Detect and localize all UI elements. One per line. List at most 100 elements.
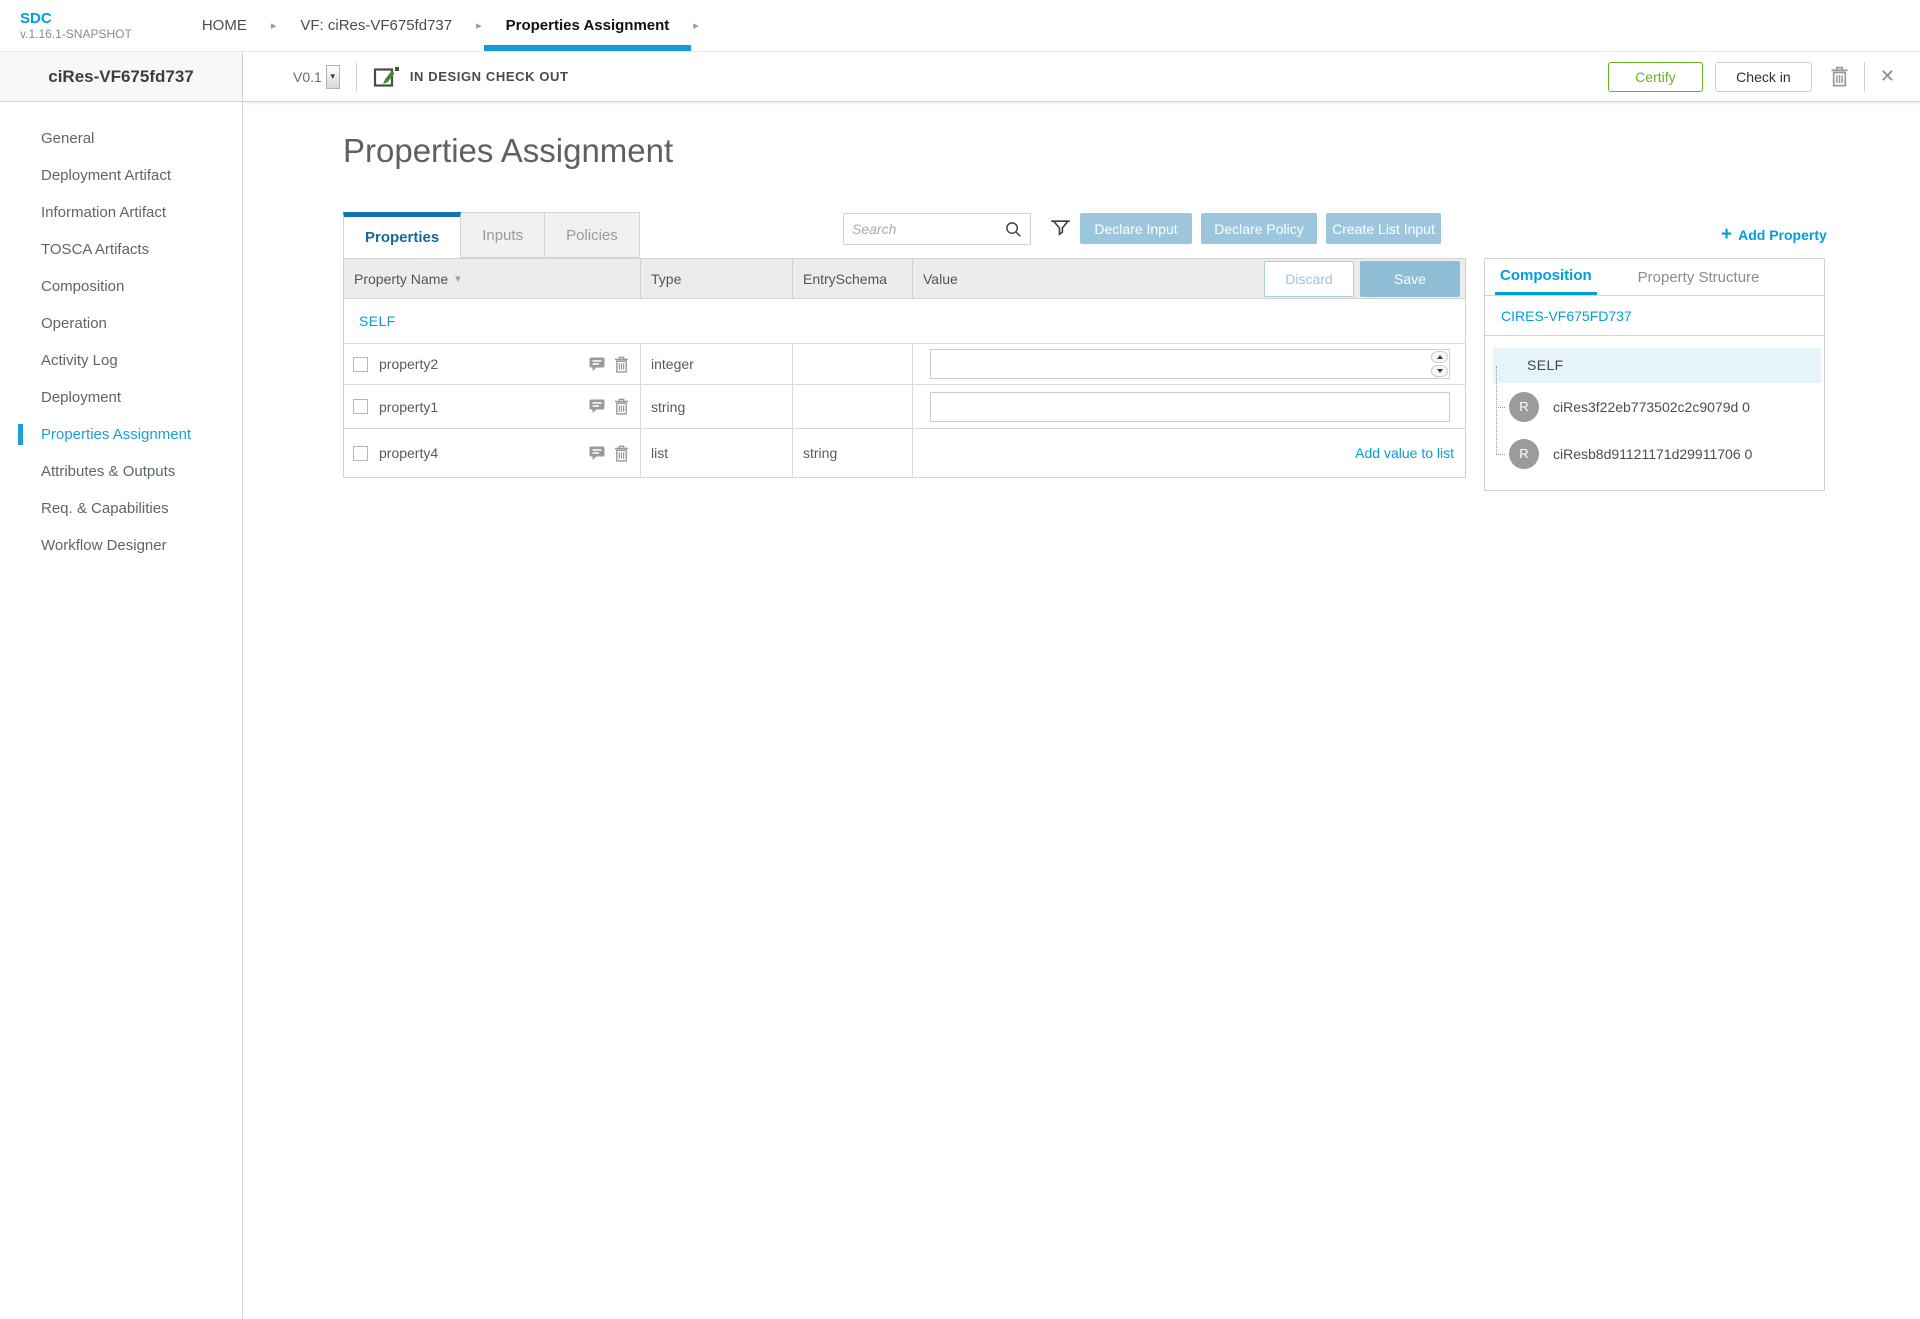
column-value-label: Value — [923, 270, 958, 287]
sidebar-item-activity-log[interactable]: Activity Log — [0, 342, 242, 379]
version-label: V0.1 — [293, 68, 322, 85]
text-input-wrap — [930, 391, 1450, 422]
filter-icon[interactable] — [1048, 216, 1073, 246]
row-checkbox[interactable] — [353, 445, 368, 461]
discard-button[interactable]: Discard — [1264, 261, 1354, 297]
delete-row-icon[interactable] — [614, 398, 629, 415]
checkin-button[interactable]: Check in — [1714, 61, 1812, 92]
spinner-down-icon[interactable] — [1431, 365, 1448, 377]
version-dropdown[interactable]: ▾ — [325, 64, 340, 89]
property-name-cell: property4 — [344, 429, 641, 477]
tab-properties[interactable]: Properties — [343, 212, 462, 258]
workspace-header: V0.1 ▾ IN DESIGN CHECK OUT Certify Check… — [243, 52, 1920, 102]
sidebar-item-attributes-outputs[interactable]: Attributes & Outputs — [0, 453, 242, 490]
row-checkbox[interactable] — [353, 356, 368, 372]
breadcrumb-vf[interactable]: VF: ciRes-VF675fd737 — [296, 0, 456, 51]
breadcrumb-home[interactable]: HOME — [198, 0, 251, 51]
tree-connector-line — [1496, 454, 1505, 455]
sidebar-item-deployment[interactable]: Deployment — [0, 379, 242, 416]
comment-icon[interactable] — [589, 446, 605, 461]
sidebar-item-operation[interactable]: Operation — [0, 305, 242, 342]
breadcrumb-properties-assignment[interactable]: Properties Assignment — [483, 0, 692, 51]
component-breadcrumb[interactable]: CIRES-VF675FD737 — [1485, 296, 1824, 336]
column-property-name[interactable]: Property Name ▾ — [344, 259, 641, 298]
tab-property-structure[interactable]: Property Structure — [1633, 259, 1765, 295]
property-name: property4 — [379, 445, 439, 461]
column-entry-schema: EntrySchema — [793, 259, 913, 298]
comment-icon[interactable] — [589, 399, 605, 414]
table-row-property1: property1 string — [344, 385, 1465, 429]
search-input[interactable] — [844, 221, 1005, 237]
search-icon[interactable] — [1005, 221, 1030, 238]
create-list-input-button[interactable]: Create List Input — [1326, 213, 1441, 244]
sidebar-item-deployment-artifact[interactable]: Deployment Artifact — [0, 157, 242, 194]
delete-row-icon[interactable] — [614, 356, 629, 373]
column-property-name-label: Property Name — [354, 270, 449, 287]
spinner-up-icon[interactable] — [1431, 351, 1448, 363]
property-value-cell: Add value to list — [913, 429, 1465, 477]
property-name-cell: property1 — [344, 385, 641, 428]
top-bar: SDC v.1.16.1-SNAPSHOT HOME ▸ VF: ciRes-V… — [0, 0, 1920, 52]
row-icons — [589, 445, 640, 462]
save-button[interactable]: Save — [1360, 261, 1460, 297]
header-divider — [1863, 61, 1865, 92]
table-actions: Discard Save — [1264, 261, 1460, 297]
delete-row-icon[interactable] — [614, 445, 629, 462]
sidebar-item-general[interactable]: General — [0, 120, 242, 157]
in-design-icon — [373, 65, 400, 89]
composition-tree: SELF R ciRes3f22eb773502c2c9079d 0 R ciR… — [1485, 336, 1824, 477]
property2-value-input[interactable] — [930, 349, 1450, 379]
lifecycle-status: IN DESIGN CHECK OUT — [409, 69, 569, 84]
certify-button[interactable]: Certify — [1607, 61, 1703, 92]
resource-avatar: R — [1509, 391, 1539, 422]
sort-arrow-icon: ▾ — [455, 273, 461, 285]
sidebar-item-req-capabilities[interactable]: Req. & Capabilities — [0, 490, 242, 527]
close-icon[interactable]: ✕ — [1880, 66, 1895, 87]
group-row-self[interactable]: SELF — [344, 299, 1465, 344]
resource-avatar: R — [1509, 438, 1539, 469]
sidebar-item-workflow-designer[interactable]: Workflow Designer — [0, 527, 242, 564]
delete-icon[interactable] — [1830, 66, 1849, 87]
property-name-cell: property2 — [344, 344, 641, 384]
entity-name-header: ciRes-VF675fd737 — [0, 52, 243, 102]
sidebar-item-composition[interactable]: Composition — [0, 268, 242, 305]
chevron-down-icon: ▾ — [330, 71, 336, 81]
column-value: Value Discard Save — [913, 259, 1465, 298]
tree-item-instance-2[interactable]: R ciResb8d91121171d29911706 0 — [1485, 430, 1824, 477]
header-actions: Certify Check in ✕ — [1607, 61, 1920, 92]
tab-policies[interactable]: Policies — [545, 212, 640, 258]
entry-schema-cell: string — [793, 429, 913, 477]
add-value-to-list-link[interactable]: Add value to list — [1355, 445, 1465, 461]
sdc-logo[interactable]: SDC v.1.16.1-SNAPSHOT — [20, 10, 132, 41]
table-row-property4: property4 list string Add value to list — [344, 429, 1465, 477]
properties-tabs: Properties Inputs Policies — [343, 212, 640, 258]
tab-inputs[interactable]: Inputs — [461, 212, 546, 258]
tree-item-label: ciResb8d91121171d29911706 0 — [1553, 445, 1753, 462]
tab-composition[interactable]: Composition — [1495, 259, 1597, 295]
active-tab-underline — [483, 45, 692, 51]
property-value-cell — [913, 385, 1465, 428]
breadcrumb-properties-assignment-label: Properties Assignment — [505, 17, 670, 34]
tree-connector-line — [1496, 407, 1505, 408]
entry-schema-cell — [793, 344, 913, 384]
property-name: property1 — [379, 398, 439, 415]
chevron-right-icon: ▸ — [270, 20, 277, 32]
row-checkbox[interactable] — [353, 399, 368, 414]
declare-input-button[interactable]: Declare Input — [1080, 213, 1192, 244]
comment-icon[interactable] — [589, 357, 605, 372]
add-property-button[interactable]: + Add Property — [1721, 220, 1827, 250]
tree-item-instance-1[interactable]: R ciRes3f22eb773502c2c9079d 0 — [1485, 383, 1824, 430]
property-name: property2 — [379, 356, 439, 372]
sidebar-item-tosca-artifacts[interactable]: TOSCA Artifacts — [0, 231, 242, 268]
number-spinner — [1431, 351, 1448, 377]
row-icons — [589, 398, 640, 415]
breadcrumb: HOME ▸ VF: ciRes-VF675fd737 ▸ Properties… — [198, 0, 719, 51]
property1-value-input[interactable] — [930, 391, 1450, 422]
sidebar-item-properties-assignment[interactable]: Properties Assignment — [0, 416, 242, 453]
sidebar-item-information-artifact[interactable]: Information Artifact — [0, 194, 242, 231]
declare-policy-button[interactable]: Declare Policy — [1201, 213, 1317, 244]
header-divider — [355, 62, 357, 91]
entity-name: ciRes-VF675fd737 — [48, 66, 194, 86]
tree-item-self[interactable]: SELF — [1493, 348, 1821, 383]
sub-header: ciRes-VF675fd737 V0.1 ▾ IN DESIGN CHECK … — [0, 52, 1920, 102]
